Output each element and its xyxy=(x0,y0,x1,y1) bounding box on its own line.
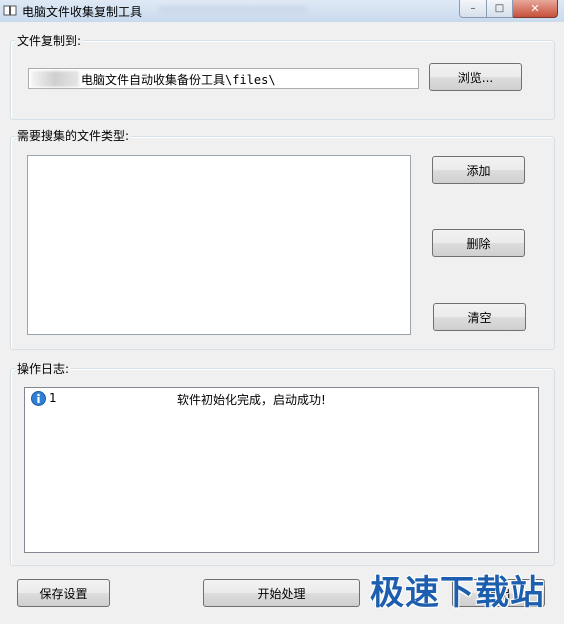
log-label: 操作日志: xyxy=(15,360,72,377)
close-button[interactable]: ✕ xyxy=(513,0,558,18)
app-book-icon xyxy=(3,5,17,16)
app-window: 电脑文件收集复制工具 – □ ✕ 文件复制到: 电脑文件自动收集备份工具\fil… xyxy=(0,0,564,624)
info-icon xyxy=(31,391,46,406)
log-list[interactable]: 1 软件初始化完成，启动成功! xyxy=(24,387,539,553)
minimize-icon: – xyxy=(470,2,476,14)
path-blur-region xyxy=(31,71,79,87)
maximize-icon: □ xyxy=(494,2,505,14)
maximize-button[interactable]: □ xyxy=(487,0,513,18)
window-title: 电脑文件收集复制工具 xyxy=(22,5,143,19)
browse-button[interactable]: 浏览... xyxy=(429,63,522,91)
file-types-list[interactable] xyxy=(27,155,411,335)
clear-button[interactable]: 清空 xyxy=(433,303,526,331)
minimize-button[interactable]: – xyxy=(459,0,487,18)
title-blur-region xyxy=(158,6,308,14)
log-entry-index: 1 xyxy=(49,391,57,405)
copy-to-label: 文件复制到: xyxy=(15,32,84,49)
destination-path-input[interactable]: 电脑文件自动收集备份工具\files\ xyxy=(28,68,419,89)
close-icon: ✕ xyxy=(530,1,540,15)
watermark-text: 极速下载站 xyxy=(370,573,545,613)
caption-buttons: – □ ✕ xyxy=(459,0,558,18)
log-entry-message: 软件初始化完成，启动成功! xyxy=(177,393,326,407)
start-processing-button[interactable]: 开始处理 xyxy=(203,579,360,607)
destination-path-value: 电脑文件自动收集备份工具\files\ xyxy=(81,73,276,87)
add-button[interactable]: 添加 xyxy=(432,156,525,184)
title-bar[interactable]: 电脑文件收集复制工具 – □ ✕ xyxy=(0,0,564,22)
delete-button[interactable]: 删除 xyxy=(432,229,525,257)
save-settings-button[interactable]: 保存设置 xyxy=(17,579,110,607)
file-types-label: 需要搜集的文件类型: xyxy=(15,127,132,144)
log-entry[interactable]: 1 软件初始化完成，启动成功! xyxy=(31,390,531,408)
